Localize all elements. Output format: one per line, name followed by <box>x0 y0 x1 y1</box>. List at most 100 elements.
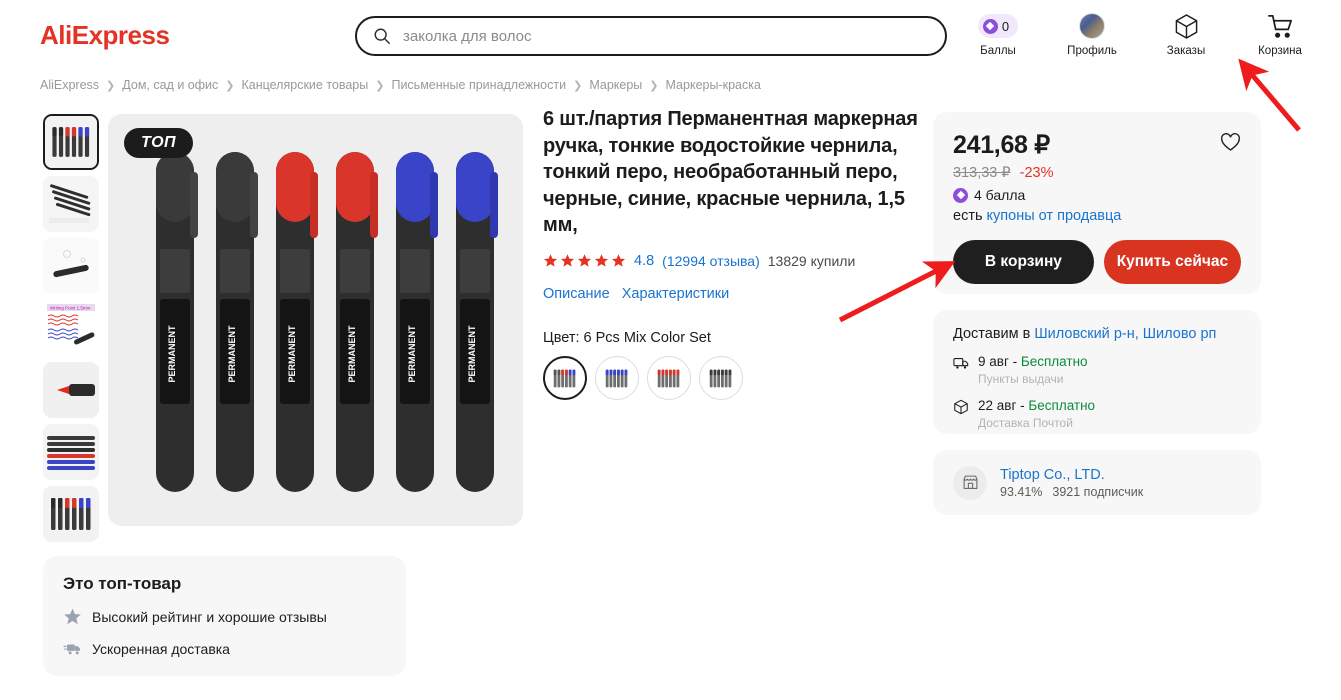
store-icon <box>953 465 987 500</box>
thumbnail-pens-fan[interactable] <box>43 176 99 232</box>
shipping-title-prefix: Доставим в <box>953 326 1031 342</box>
seller-name[interactable]: Tiptop Co., LTD. <box>1000 467 1143 483</box>
truck-fast-icon <box>63 639 82 658</box>
chevron-right-icon: ❯ <box>225 79 235 92</box>
purchase-panel: 241,68 ₽ 313,33 ₽ -23% 4 балла есть купо… <box>933 112 1261 294</box>
coupon-row: есть купоны от продавца <box>953 208 1241 224</box>
thumbnail-pen-stack[interactable] <box>43 424 99 480</box>
breadcrumb-item[interactable]: AliExpress <box>40 78 99 92</box>
breadcrumb-item[interactable]: Канцелярские товары <box>241 78 368 92</box>
search-icon <box>373 27 391 45</box>
svg-text:PERMANENT: PERMANENT <box>467 325 477 383</box>
star-icon <box>543 254 558 268</box>
breadcrumb-item[interactable]: Письменные принадлежности <box>391 78 566 92</box>
swatch-blue-set[interactable] <box>595 355 639 400</box>
star-rating <box>543 253 626 268</box>
header-action-label: Корзина <box>1258 45 1302 57</box>
bought-count: 13829 купили <box>767 252 856 269</box>
avatar-icon <box>1079 12 1105 40</box>
add-to-cart-button[interactable]: В корзину <box>953 240 1094 284</box>
seller-panel[interactable]: Tiptop Co., LTD. 93.41% 3921 подписчик <box>933 450 1261 515</box>
reviews-count[interactable]: (12994 отзыва) <box>662 253 760 269</box>
star-icon <box>560 254 575 268</box>
chevron-right-icon: ❯ <box>106 79 116 92</box>
header-action-cart[interactable]: Корзина <box>1247 12 1313 57</box>
cart-icon <box>1267 12 1294 40</box>
shipping-date: 22 авг - <box>978 398 1025 413</box>
seller-followers: 3921 подписчик <box>1052 484 1144 499</box>
thumbnail-red-tip[interactable] <box>43 362 99 418</box>
svg-text:PERMANENT: PERMANENT <box>227 325 237 383</box>
shipping-date-line: 9 авг - Бесплатно <box>978 354 1088 369</box>
coupon-prefix: есть <box>953 208 983 224</box>
header-action-orders[interactable]: Заказы <box>1153 12 1219 57</box>
buy-now-button[interactable]: Купить сейчас <box>1103 240 1241 284</box>
header-action-points[interactable]: 0 Баллы <box>965 12 1031 57</box>
discount-badge: -23% <box>1019 165 1054 181</box>
top-badge: ТОП <box>124 128 194 158</box>
star-icon <box>594 254 609 268</box>
top-product-feature-label: Высокий рейтинг и хорошие отзывы <box>92 608 327 625</box>
chevron-right-icon: ❯ <box>375 79 385 92</box>
heart-icon[interactable] <box>1220 132 1241 153</box>
coupon-link[interactable]: купоны от продавца <box>987 208 1122 224</box>
top-product-feature-rating: Высокий рейтинг и хорошие отзывы <box>63 607 386 626</box>
search-input[interactable] <box>403 27 929 45</box>
thumbnail-pen-closeup[interactable] <box>43 238 99 294</box>
shipping-method: Пункты выдачи <box>978 372 1064 386</box>
svg-text:Writing Point 1.5mm: Writing Point 1.5mm <box>50 306 91 311</box>
current-price: 241,68 ₽ <box>953 131 1050 159</box>
top-product-feature-label: Ускоренная доставка <box>92 640 230 657</box>
svg-text:PERMANENT: PERMANENT <box>287 325 297 383</box>
swatch-red-set[interactable] <box>647 355 691 400</box>
thumbnail-pens-row[interactable] <box>43 114 99 170</box>
header-action-label: Баллы <box>980 45 1016 57</box>
shipping-price: Бесплатно <box>1028 398 1096 413</box>
swatch-black-set[interactable] <box>699 355 743 400</box>
aliexpress-product-page: AliExpress 0 Баллы Профиль <box>0 0 1341 700</box>
old-price: 313,33 ₽ <box>953 165 1011 181</box>
svg-text:PERMANENT: PERMANENT <box>167 325 177 383</box>
box-icon <box>953 399 969 415</box>
shipping-panel: Доставим в Шиловский р-н, Шилово рп 9 ав… <box>933 310 1261 434</box>
product-main-image[interactable]: ТОП PERMANENT PERMANENT PERMANENT PERMAN… <box>108 114 523 526</box>
points-diamond-icon <box>953 187 968 203</box>
truck-icon <box>953 355 969 371</box>
header-actions: 0 Баллы Профиль Заказы Корзина <box>965 12 1313 57</box>
aliexpress-logo[interactable]: AliExpress <box>40 20 170 51</box>
breadcrumb-item[interactable]: Маркеры-краска <box>666 78 761 92</box>
box-icon <box>1174 12 1199 40</box>
chevron-right-icon: ❯ <box>649 79 659 92</box>
points-count: 0 <box>1001 18 1010 34</box>
shipping-location[interactable]: Шиловский р-н, Шилово рп <box>1034 326 1216 342</box>
header-action-label: Профиль <box>1067 45 1117 57</box>
link-specifications[interactable]: Характеристики <box>622 286 730 302</box>
info-links: Описание Характеристики <box>543 286 923 302</box>
svg-text:PERMANENT: PERMANENT <box>407 325 417 383</box>
breadcrumb: AliExpress ❯ Дом, сад и офис ❯ Канцелярс… <box>40 78 761 92</box>
shipping-date-line: 22 авг - Бесплатно <box>978 398 1095 413</box>
top-product-feature-delivery: Ускоренная доставка <box>63 639 386 658</box>
thumbnail-list: Writing Point 1.5mm <box>43 114 99 542</box>
thumbnail-writing-sample[interactable]: Writing Point 1.5mm <box>43 300 99 356</box>
header-action-profile[interactable]: Профиль <box>1059 12 1125 57</box>
search-bar[interactable] <box>355 16 947 56</box>
swatch-mix-color-set[interactable] <box>543 355 587 400</box>
top-product-title: Это топ-товар <box>63 574 182 593</box>
shipping-option-post[interactable]: 22 авг - Бесплатно Доставка Почтой <box>953 397 1241 430</box>
shipping-price: Бесплатно <box>1020 354 1088 369</box>
color-swatches <box>543 355 923 400</box>
thumbnail-pens-colors[interactable] <box>43 486 99 542</box>
rating-value: 4.8 <box>634 252 655 269</box>
shipping-option-pickup[interactable]: 9 авг - Бесплатно Пункты выдачи <box>953 353 1241 386</box>
breadcrumb-item[interactable]: Маркеры <box>589 78 642 92</box>
link-description[interactable]: Описание <box>543 286 610 302</box>
breadcrumb-item[interactable]: Дом, сад и офис <box>122 78 218 92</box>
action-buttons: В корзину Купить сейчас <box>953 240 1241 284</box>
shipping-title: Доставим в Шиловский р-н, Шилово рп <box>953 326 1241 342</box>
color-label: Цвет: 6 Pcs Mix Color Set <box>543 329 711 346</box>
points-badge: 0 <box>977 12 1019 40</box>
shipping-method: Доставка Почтой <box>978 416 1073 430</box>
seller-meta: 93.41% 3921 подписчик <box>1000 485 1143 499</box>
old-price-row: 313,33 ₽ -23% <box>953 165 1241 181</box>
